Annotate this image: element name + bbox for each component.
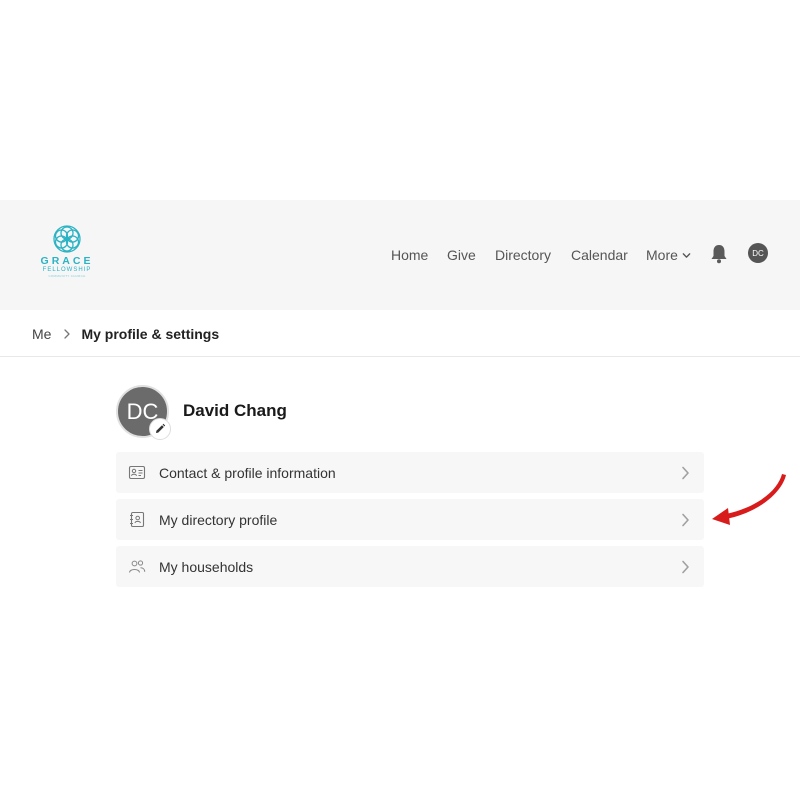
chevron-right-icon [682,513,689,527]
chevron-down-icon [682,252,691,258]
breadcrumb-current: My profile & settings [81,326,220,342]
logo-tagline: COMMUNITY CHURCH [48,274,86,278]
menu-my-directory-profile[interactable]: My directory profile [116,499,704,540]
logo-subname: FELLOWSHIP [42,267,92,273]
header-divider [0,356,800,357]
breadcrumb-me[interactable]: Me [32,326,51,342]
nav-item-give[interactable]: Give [447,200,476,310]
menu-contact-label: Contact & profile information [159,464,336,481]
people-icon [129,560,146,573]
contact-book-icon [130,511,145,528]
edit-avatar-button[interactable] [149,418,171,440]
bell-icon[interactable] [709,243,729,265]
nav-item-calendar[interactable]: Calendar [571,200,628,310]
nav-home-label: Home [391,247,429,263]
top-header: GRACE FELLOWSHIP COMMUNITY CHURCH Home G… [0,200,800,310]
nav-more-label: More [646,247,678,263]
chevron-right-icon [682,466,689,480]
logo-wordmark: GRACE [40,255,94,267]
menu-contact-profile-information[interactable]: Contact & profile information [116,452,704,493]
logo-emblem-icon [53,225,81,253]
nav-item-directory[interactable]: Directory [495,200,551,310]
nav-item-more[interactable]: More [646,200,691,310]
nav-calendar-label: Calendar [571,247,628,263]
church-logo[interactable]: GRACE FELLOWSHIP COMMUNITY CHURCH [34,224,100,282]
user-avatar[interactable]: DC [748,243,768,263]
breadcrumb: Me My profile & settings [32,324,219,344]
pencil-icon [156,423,166,433]
menu-directory-label: My directory profile [159,511,278,528]
nav-item-home[interactable]: Home [391,200,428,310]
red-annotation-arrow-icon [712,474,786,525]
chevron-right-icon [682,560,689,574]
nav-directory-label: Directory [495,247,552,263]
menu-my-households[interactable]: My households [116,546,704,587]
menu-households-label: My households [159,558,254,575]
profile-name: David Chang [183,401,287,420]
id-card-icon [128,465,146,480]
chevron-right-icon [64,329,71,339]
nav-give-label: Give [447,247,476,263]
